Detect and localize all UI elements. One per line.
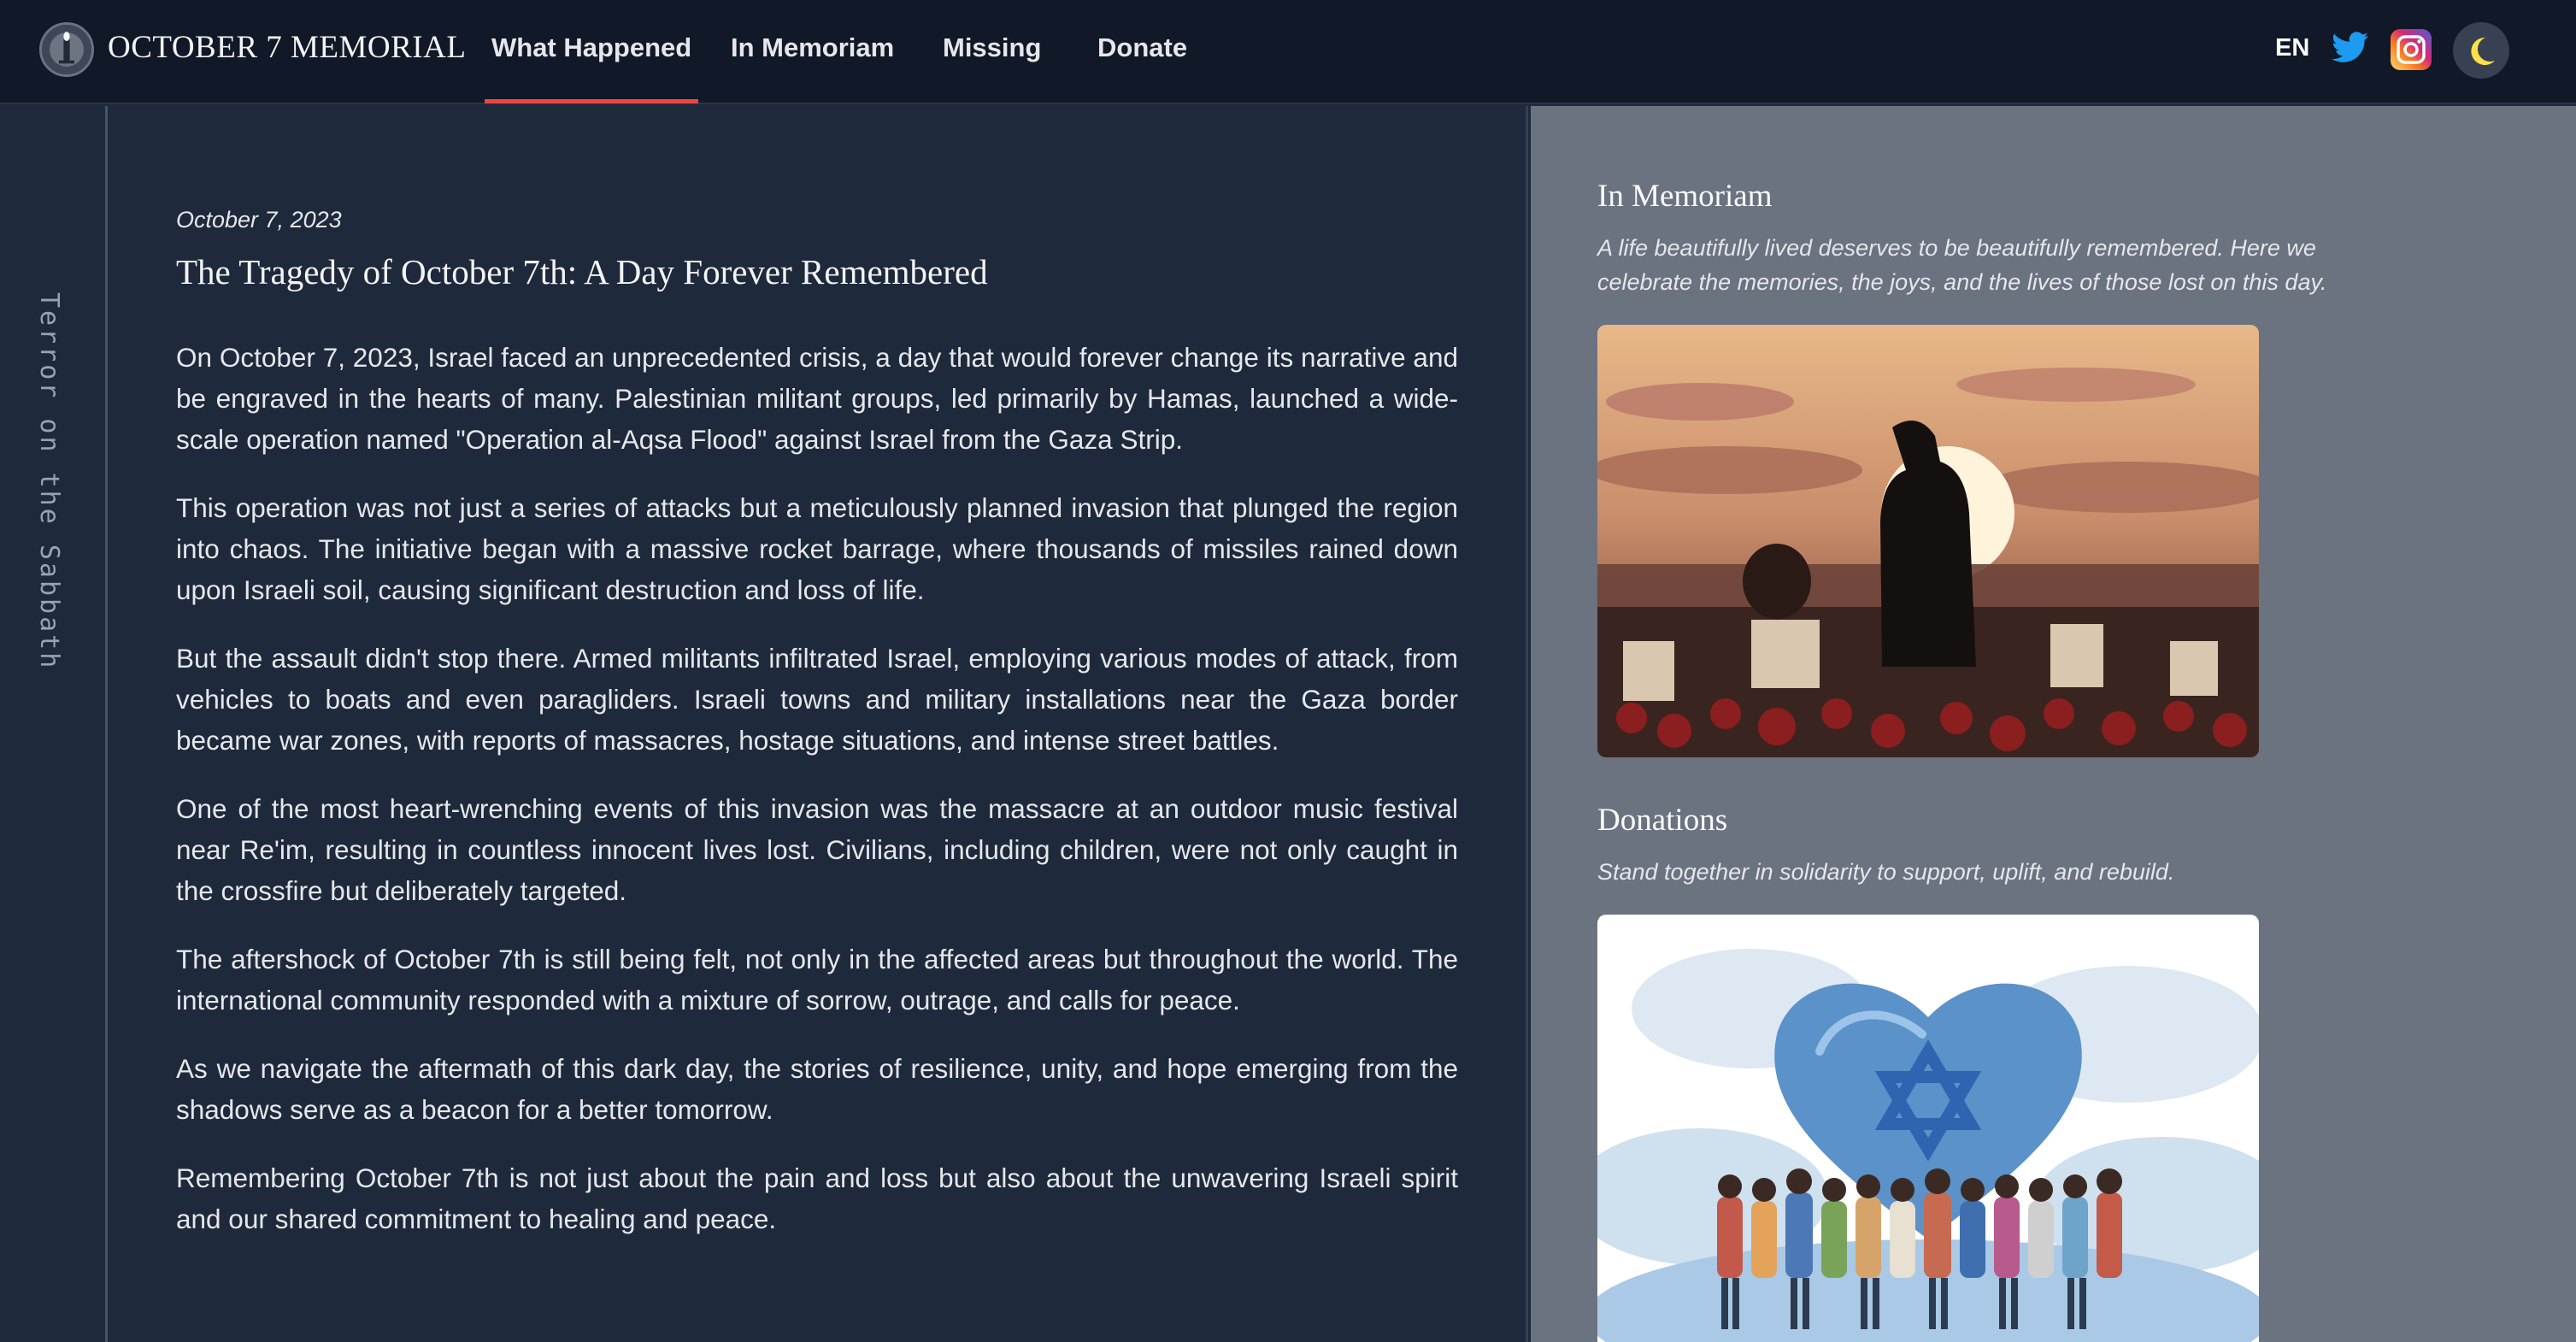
left-rail: Terror on the Sabbath [0,106,108,1342]
nav-missing[interactable]: Missing [943,32,1041,63]
twitter-icon[interactable] [2332,31,2369,65]
paragraph: On October 7, 2023, Israel faced an unpr… [176,342,1458,455]
paragraph: This operation was not just a series of … [176,492,1458,605]
article-title: The Tragedy of October 7th: A Day Foreve… [176,252,988,291]
article-body: On October 7, 2023, Israel faced an unpr… [176,337,1458,1267]
paragraph: But the assault didn't stop there. Armed… [176,643,1458,756]
memoriam-image[interactable] [1597,325,2259,757]
sidebar: In Memoriam A life beautifully lived des… [1531,106,2576,1342]
paragraph: The aftershock of October 7th is still b… [176,944,1458,1015]
mourning-illustration [1597,325,2259,757]
memoriam-heading[interactable]: In Memoriam [1597,178,1772,215]
paragraph: Remembering October 7th is not just abou… [176,1162,1458,1234]
paragraph: As we navigate the aftermath of this dar… [176,1053,1458,1125]
top-navbar: OCTOBER 7 MEMORIAL What Happened In Memo… [0,0,2576,104]
nav-in-memoriam[interactable]: In Memoriam [731,32,894,63]
instagram-icon[interactable] [2391,29,2432,70]
donations-subtitle: Stand together in solidarity to support,… [1597,859,2175,885]
language-selector[interactable]: EN [2275,34,2309,62]
article: October 7, 2023 The Tragedy of October 7… [109,106,1528,1342]
donations-image[interactable] [1597,915,2259,1342]
rail-label: Terror on the Sabbath [34,292,64,671]
nav-what-happened[interactable]: What Happened [484,32,699,103]
dark-mode-toggle[interactable] [2453,22,2509,79]
paragraph: One of the most heart-wrenching events o… [176,793,1458,906]
solidarity-heart-illustration [1597,915,2259,1342]
moon-icon [2453,22,2509,79]
donations-heading[interactable]: Donations [1597,802,1727,839]
memoriam-subtitle: A life beautifully lived deserves to be … [1597,235,2327,295]
memorial-logo-icon[interactable] [39,22,94,77]
site-brand[interactable]: OCTOBER 7 MEMORIAL [108,29,466,66]
article-date: October 7, 2023 [176,207,342,232]
nav-donate[interactable]: Donate [1097,32,1187,63]
